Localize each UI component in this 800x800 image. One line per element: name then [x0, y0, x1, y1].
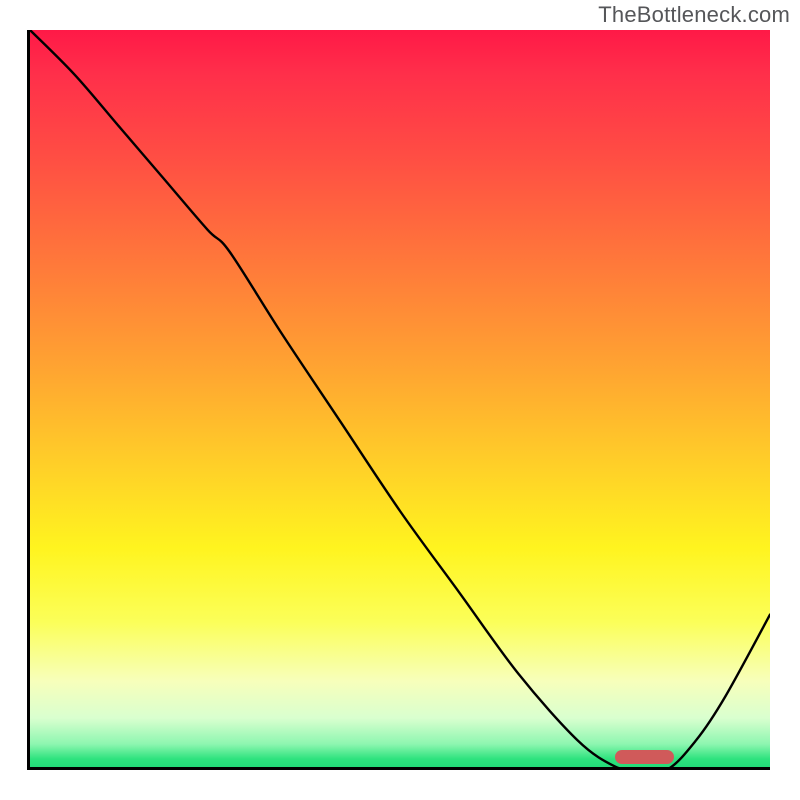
watermark-text: TheBottleneck.com [598, 2, 790, 28]
y-axis-line [27, 30, 30, 770]
plot-area [30, 30, 770, 770]
optimal-range-marker [615, 750, 674, 764]
x-axis-line [30, 767, 770, 770]
bottleneck-chart: TheBottleneck.com [0, 0, 800, 800]
heat-gradient-background [30, 30, 770, 770]
